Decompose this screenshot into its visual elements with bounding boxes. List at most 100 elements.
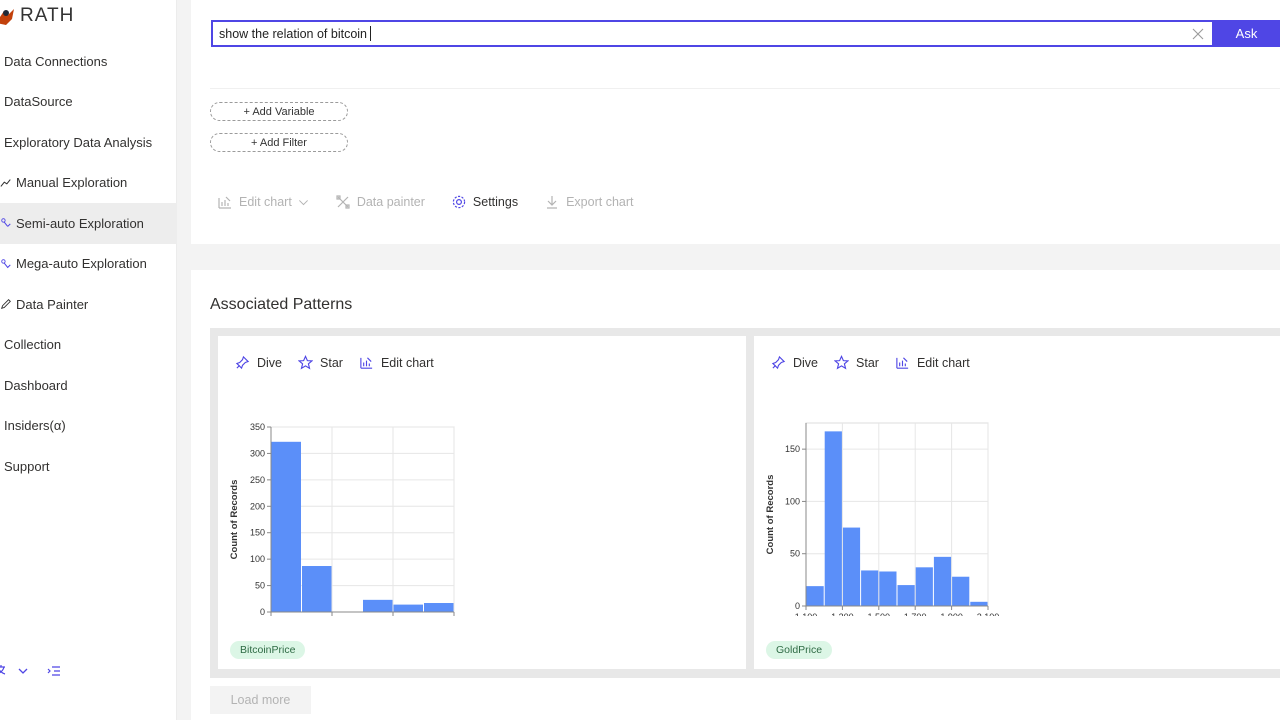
text-caret [370,26,372,41]
collapse-menu-icon[interactable] [47,664,61,678]
dive-button[interactable]: Dive [771,355,818,370]
x-tick-label: 1,700 [904,612,927,616]
sidebar-item-dashboard[interactable]: Dashboard [0,365,177,406]
sidebar-item-support[interactable]: Support [0,446,177,487]
sidebar-item-label: Collection [4,337,62,353]
add-variable-button[interactable]: + Add Variable [210,102,348,121]
section-title: Associated Patterns [210,296,353,313]
clear-icon[interactable] [1192,28,1204,40]
sidebar-item-label: Exploratory Data Analysis [4,134,153,150]
star-label: Star [856,355,879,370]
field-tag[interactable]: BitcoinPrice [230,641,306,659]
sidebar-item-data-connections[interactable]: Data Connections [0,41,177,82]
data-painter-button[interactable]: Data painter [335,194,425,210]
y-axis-title: Count of Records [229,480,240,560]
star-label: Star [320,355,343,370]
histogram-bar[interactable] [302,566,332,612]
edit-chart-icon [360,357,373,369]
y-tick-label: 150 [785,444,800,454]
edit-chart-label: Edit chart [916,355,970,370]
sidebar-nav: Data Connections DataSource Exploratory Da… [0,41,177,487]
sidebar-footer [0,664,61,678]
sidebar-item-datasource[interactable]: DataSource [0,82,177,123]
chevron-down-icon[interactable] [17,665,29,677]
histogram-bar[interactable] [970,601,988,606]
histogram-bar[interactable] [363,599,393,612]
histogram-bar[interactable] [952,576,970,606]
sidebar-item-label: Mega-auto Exploration [16,256,147,272]
gear-icon [452,195,466,209]
y-tick-label: 100 [785,496,800,506]
ask-button[interactable]: Ask [1213,20,1280,47]
pattern-cards: Dive Star Edit chart 0 50 100 150 200 250 300 3… [210,328,1280,678]
load-more-button[interactable]: Load more [210,686,311,714]
histogram-bar[interactable] [393,604,424,612]
dive-label: Dive [257,355,283,370]
edit-chart-label: Edit chart [380,355,434,370]
pattern-card: Dive Star Edit chart 0 50 100 150 200 250 300 3… [218,336,746,669]
search-input[interactable]: show the relation of bitcoin [211,20,1214,47]
brand[interactable]: RATH [0,4,74,28]
bitcoin-histogram: 050100150200250300350020,00040,00060,000… [229,422,455,616]
edit-chart-icon [218,196,231,209]
histogram-bar[interactable] [879,571,897,606]
add-filter-button[interactable]: + Add Filter [210,133,348,152]
y-tick-label: 150 [250,528,265,538]
chart-toolbar: Edit chart Data painter Settings Export … [217,192,659,212]
histogram-bar[interactable] [271,441,302,612]
pencil-icon [0,297,12,311]
edit-chart-menu[interactable]: Edit chart [217,194,309,210]
language-icon[interactable] [0,664,9,678]
gold-histogram: 0501001501,1001,3001,5001,7001,9002,100G… [765,422,1000,616]
sidebar-item-data-painter[interactable]: Data Painter [0,284,177,325]
histogram-bar[interactable] [806,586,824,606]
card-actions: Dive Star Edit chart [235,355,450,370]
y-tick-label: 200 [250,501,265,511]
sidebar-item-mega-auto-exploration[interactable]: Mega-auto Exploration [0,244,177,285]
histogram-bar[interactable] [915,567,933,606]
histogram-bar[interactable] [861,570,879,606]
edit-chart-button[interactable]: Edit chart [895,355,970,370]
y-tick-label: 100 [250,554,265,564]
y-tick-label: 250 [250,475,265,485]
edit-chart-label: Edit chart [239,195,292,209]
dive-button[interactable]: Dive [235,355,282,370]
x-tick-label: 1,500 [868,612,891,616]
main-content: show the relation of bitcoin Ask + Add V… [177,0,1280,720]
pin-icon [771,355,786,370]
edit-chart-button[interactable]: Edit chart [359,355,434,370]
divider [210,88,1280,89]
y-axis-title: Count of Records [765,475,776,555]
sidebar-item-label: Semi-auto Exploration [16,215,144,231]
histogram-bar[interactable] [424,603,454,612]
export-chart-label: Export chart [566,195,634,209]
x-tick-label: 1,900 [940,612,963,616]
export-chart-button[interactable]: Export chart [544,194,633,210]
x-tick-label: 2,100 [977,612,1000,616]
histogram-bar[interactable] [842,527,861,606]
sidebar-item-label: Insiders(α) [4,418,66,434]
sidebar-item-manual-exploration[interactable]: Manual Exploration [0,163,177,204]
rath-logo-icon [0,9,14,25]
pattern-card: Dive Star Edit chart 0 50 100 150 1,100 1,300… [754,336,1280,669]
sidebar-item-collection[interactable]: Collection [0,325,177,366]
sidebar-item-label: Manual Exploration [16,175,128,191]
sidebar-item-label: Data Connections [4,53,108,69]
settings-label: Settings [472,195,519,209]
y-tick-label: 50 [790,549,800,559]
sidebar-item-exploratory-data-analysis[interactable]: Exploratory Data Analysis [0,122,177,163]
sidebar-item-insiders[interactable]: Insiders(α) [0,406,177,447]
histogram-bar[interactable] [933,556,952,606]
histogram-bar[interactable] [897,585,915,606]
settings-button[interactable]: Settings [451,194,518,210]
sidebar-item-semi-auto-exploration[interactable]: Semi-auto Exploration [0,203,177,244]
sidebar-item-label: DataSource [4,94,73,110]
pin-icon [235,355,250,370]
field-tag[interactable]: GoldPrice [766,641,833,659]
line-chart-icon [0,176,12,190]
histogram-bar[interactable] [824,431,842,606]
star-button[interactable]: Star [298,355,343,370]
star-button[interactable]: Star [834,355,879,370]
associated-patterns-panel: Associated Patterns Dive Star Edit chart [191,270,1280,720]
x-tick-label: 1,300 [831,612,854,616]
